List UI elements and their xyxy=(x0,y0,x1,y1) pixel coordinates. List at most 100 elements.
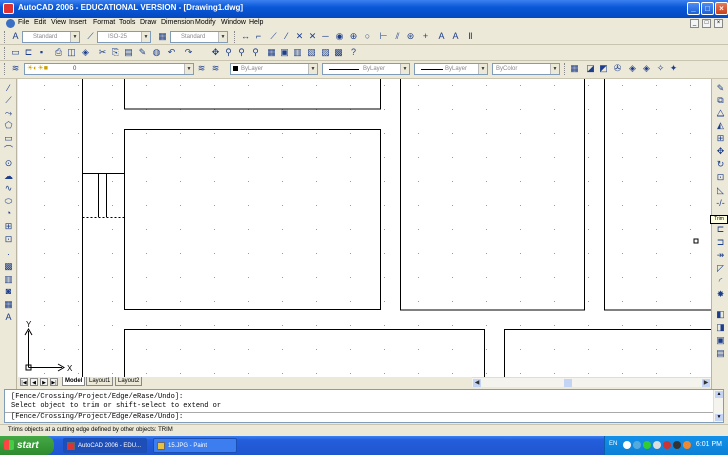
tray-icon[interactable] xyxy=(633,441,641,449)
table-style-select[interactable]: Standard ▼ xyxy=(170,31,228,43)
hatch-icon[interactable]: ▩ xyxy=(3,261,14,272)
ordinate-dim-icon[interactable]: ⌐ xyxy=(253,31,264,42)
zoom-window-icon[interactable]: ⚲ xyxy=(236,47,247,58)
doc-restore-button[interactable]: □ xyxy=(702,19,711,28)
break-at-point-icon[interactable]: ⊐ xyxy=(715,237,726,248)
tray-icon[interactable] xyxy=(683,441,691,449)
draworder-front-icon[interactable]: ◧ xyxy=(715,309,726,320)
table-icon[interactable]: ▦ xyxy=(3,299,14,310)
menu-help[interactable]: Help xyxy=(249,19,263,26)
offset-icon[interactable]: ◭ xyxy=(715,120,726,131)
table-style-icon[interactable]: ▦ xyxy=(157,31,168,42)
draworder-back-icon[interactable]: ◨ xyxy=(715,322,726,333)
menu-file[interactable]: File xyxy=(18,19,29,26)
tool-palettes-icon[interactable]: ▥ xyxy=(292,47,303,58)
circle-icon[interactable]: ⊙ xyxy=(3,158,14,169)
baseline-dim-icon[interactable]: ○ xyxy=(362,31,373,42)
construction-line-icon[interactable]: ⟋ xyxy=(3,95,14,106)
lineweight-select[interactable]: ByLayer ▼ xyxy=(414,63,488,75)
rectangle-icon[interactable]: ▭ xyxy=(3,133,14,144)
fillet-icon[interactable]: ◜ xyxy=(715,276,726,287)
sheet-set-icon[interactable]: ▧ xyxy=(306,47,317,58)
prev-tab-button[interactable]: ◀ xyxy=(30,378,38,386)
new-icon[interactable]: ▭ xyxy=(10,47,21,58)
menu-insert[interactable]: Insert xyxy=(69,19,87,26)
ellipse-icon[interactable]: ⬭ xyxy=(3,196,14,207)
rotate-icon[interactable]: ↻ xyxy=(715,159,726,170)
match-properties-icon[interactable]: ✎ xyxy=(137,47,148,58)
plot-style-select[interactable]: ByColor ▼ xyxy=(492,63,560,75)
make-block-icon[interactable]: ⊡ xyxy=(3,234,14,245)
layer-select[interactable]: ☀◐☀■ 0 ▼ xyxy=(24,63,194,75)
point-icon[interactable]: · xyxy=(3,249,14,260)
markup-icon[interactable]: ▨ xyxy=(320,47,331,58)
copy-icon[interactable]: ⎘ xyxy=(110,47,121,58)
render-icon[interactable]: ◈ xyxy=(627,63,638,74)
doc-minimize-button[interactable]: _ xyxy=(690,19,699,28)
quick-dim-icon[interactable]: ⊕ xyxy=(348,31,359,42)
redo-icon[interactable]: ↷ xyxy=(183,47,194,58)
trim-icon[interactable]: -/- xyxy=(715,198,726,209)
tray-icon[interactable] xyxy=(623,441,631,449)
draworder-under-icon[interactable]: ▤ xyxy=(715,348,726,359)
menu-draw[interactable]: Draw xyxy=(140,19,156,26)
save-icon[interactable]: ▪ xyxy=(36,47,47,58)
continue-dim-icon[interactable]: ⊢ xyxy=(378,31,389,42)
extend-icon[interactable]: ⊏ xyxy=(715,224,726,235)
make-current-layer-icon[interactable]: ≋ xyxy=(196,63,207,74)
spline-icon[interactable]: ∿ xyxy=(3,183,14,194)
menu-format[interactable]: Format xyxy=(93,19,115,26)
aligned-dim-icon[interactable]: ⟋ xyxy=(268,31,279,42)
explode-icon[interactable]: ✸ xyxy=(715,289,726,300)
taskbar-item-paint[interactable]: 15.JPG - Paint xyxy=(153,438,237,453)
scroll-thumb[interactable] xyxy=(564,379,572,387)
tray-icon[interactable] xyxy=(663,441,671,449)
design-center-icon[interactable]: ▣ xyxy=(279,47,290,58)
toolbar-grip[interactable] xyxy=(4,63,7,75)
drawing-area[interactable]: Y X xyxy=(18,79,711,377)
orbit-icon[interactable]: ✇ xyxy=(612,63,623,74)
toolbar-grip[interactable] xyxy=(4,31,7,43)
open-icon[interactable]: ⊏ xyxy=(23,47,34,58)
region-icon[interactable]: ◙ xyxy=(3,286,14,297)
scroll-right-arrow[interactable]: ▶ xyxy=(702,379,710,387)
mirror-icon[interactable]: ⧋ xyxy=(715,108,726,119)
multiline-text-icon[interactable]: A xyxy=(3,312,14,323)
center-mark-icon[interactable]: + xyxy=(420,31,431,42)
autocad-app-icon[interactable] xyxy=(3,3,14,14)
block-editor-icon[interactable]: ◍ xyxy=(151,47,162,58)
paste-icon[interactable]: ▤ xyxy=(123,47,134,58)
named-views-icon[interactable]: ▦ xyxy=(569,63,580,74)
command-prompt-input[interactable]: [Fence/Crossing/Project/Edge/eRase/Undo]… xyxy=(11,413,183,421)
line-icon[interactable]: ⁄ xyxy=(3,83,14,94)
toolbar-grip[interactable] xyxy=(564,63,567,75)
gradient-icon[interactable]: ▥ xyxy=(3,274,14,285)
layer-manager-icon[interactable]: ≋ xyxy=(10,63,21,74)
dim-text-edit-icon[interactable]: A xyxy=(450,31,461,42)
menu-window[interactable]: Window xyxy=(221,19,246,26)
view-side-icon[interactable]: ◩ xyxy=(598,63,609,74)
diameter-dim-icon[interactable]: ✕ xyxy=(307,31,318,42)
tab-layout1[interactable]: Layout1 xyxy=(86,377,114,386)
erase-icon[interactable]: ✎ xyxy=(715,83,726,94)
properties-icon[interactable]: ▦ xyxy=(266,47,277,58)
tab-model[interactable]: Model xyxy=(62,377,86,386)
maximize-button[interactable]: □ xyxy=(701,2,714,15)
start-button[interactable]: start xyxy=(0,436,54,455)
command-scroll-up[interactable]: ▲ xyxy=(715,391,723,398)
menu-modify[interactable]: Modify xyxy=(195,19,216,26)
angular-dim-icon[interactable]: ◉ xyxy=(334,31,345,42)
help-icon[interactable]: ? xyxy=(348,47,359,58)
dim-edit-icon[interactable]: A xyxy=(436,31,447,42)
menu-edit[interactable]: Edit xyxy=(34,19,46,26)
close-button[interactable]: × xyxy=(715,2,728,15)
tab-layout2[interactable]: Layout2 xyxy=(115,377,143,386)
horizontal-scrollbar[interactable]: ◀ ▶ xyxy=(472,377,711,387)
stretch-icon[interactable]: ◺ xyxy=(715,185,726,196)
calculator-icon[interactable]: ▩ xyxy=(333,47,344,58)
light-icon[interactable]: ✧ xyxy=(655,63,666,74)
layer-previous-icon[interactable]: ≋ xyxy=(210,63,221,74)
array-icon[interactable]: ⊞ xyxy=(715,133,726,144)
linetype-select[interactable]: ByLayer ▼ xyxy=(322,63,410,75)
tolerance-icon[interactable]: ⊛ xyxy=(405,31,416,42)
